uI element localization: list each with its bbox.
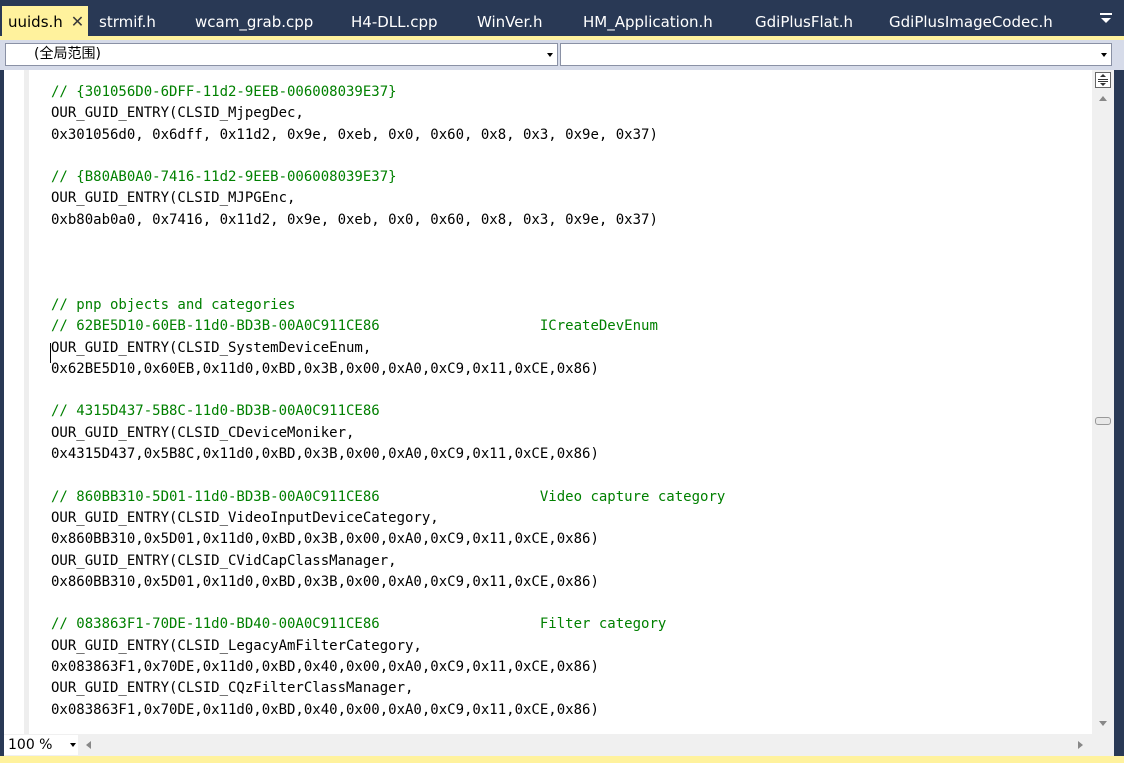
tab-label: uuids.h bbox=[8, 13, 63, 31]
code-comment-line: // {301056D0-6DFF-11d2-9EEB-006008039E37… bbox=[51, 84, 397, 100]
member-dropdown[interactable] bbox=[560, 43, 1112, 66]
code-line: OUR_GUID_ENTRY(CLSID_MJPGEnc, bbox=[51, 190, 296, 207]
code-line: OUR_GUID_ENTRY(CLSID_SystemDeviceEnum, bbox=[51, 339, 372, 356]
tab-hm-application-h[interactable]: HM_Application.h bbox=[583, 8, 713, 36]
code-line: 0x860BB310,0x5D01,0x11d0,0xBD,0x3B,0x00,… bbox=[51, 531, 599, 548]
chevron-down-icon bbox=[1101, 53, 1107, 57]
code-comment-line: // 860BB310-5D01-11d0-BD3B-00A0C911CE86 … bbox=[51, 488, 726, 505]
zoom-dropdown[interactable]: 100 % bbox=[4, 735, 78, 755]
code-line: 0x083863F1,0x70DE,0x11d0,0xBD,0x40,0x00,… bbox=[51, 701, 599, 718]
code-line: OUR_GUID_ENTRY(CLSID_CVidCapClassManager… bbox=[51, 552, 397, 569]
tab-overflow-icon[interactable] bbox=[1098, 10, 1114, 26]
scope-dropdown-value: (全局范围) bbox=[34, 46, 101, 62]
code-comment-line: // 62BE5D10-60EB-11d0-BD3B-00A0C911CE86 … bbox=[51, 318, 658, 335]
code-line: OUR_GUID_ENTRY(CLSID_LegacyAmFilterCateg… bbox=[51, 637, 422, 654]
code-line: 0x860BB310,0x5D01,0x11d0,0xBD,0x3B,0x00,… bbox=[51, 573, 599, 590]
scroll-left-icon[interactable] bbox=[86, 741, 91, 749]
code-line: OUR_GUID_ENTRY(CLSID_CDeviceMoniker, bbox=[51, 424, 355, 441]
scope-dropdown[interactable]: (全局范围) bbox=[5, 43, 558, 66]
code-line: OUR_GUID_ENTRY(CLSID_CQzFilterClassManag… bbox=[51, 680, 414, 697]
editor-bottom-bar: 100 % bbox=[4, 734, 1114, 756]
tab-label: HM_Application.h bbox=[583, 13, 713, 31]
scroll-up-icon[interactable] bbox=[1099, 96, 1107, 101]
code-comment-line: // 083863F1-70DE-11d0-BD40-00A0C911CE86 … bbox=[51, 616, 667, 633]
close-icon[interactable]: ✕ bbox=[71, 6, 84, 38]
scroll-right-icon[interactable] bbox=[1078, 741, 1083, 749]
tab-gdiplusflat-h[interactable]: GdiPlusFlat.h bbox=[755, 8, 853, 36]
code-line: 0x301056d0, 0x6dff, 0x11d2, 0x9e, 0xeb, … bbox=[51, 126, 658, 143]
split-window-icon[interactable] bbox=[1095, 72, 1111, 88]
tab-label: strmif.h bbox=[99, 13, 156, 31]
tab-label: H4-DLL.cpp bbox=[351, 13, 438, 31]
indicator-margin[interactable] bbox=[4, 70, 24, 734]
zoom-value: 100 % bbox=[8, 737, 53, 753]
tab-label: GdiPlusFlat.h bbox=[755, 13, 853, 31]
code-comment-line: // pnp objects and categories bbox=[51, 296, 296, 313]
tab-label: wcam_grab.cpp bbox=[195, 13, 314, 31]
tab-winver-h[interactable]: WinVer.h bbox=[477, 8, 543, 36]
tab-h4-dll-cpp[interactable]: H4-DLL.cpp bbox=[351, 8, 438, 36]
document-tab-strip: uuids.h ✕ strmif.h wcam_grab.cpp H4-DLL.c… bbox=[0, 0, 1124, 36]
selection-margin[interactable] bbox=[24, 70, 29, 734]
navigation-bar: (全局范围) bbox=[0, 40, 1124, 70]
code-line: OUR_GUID_ENTRY(CLSID_VideoInputDeviceCat… bbox=[51, 509, 439, 526]
code-line: 0x62BE5D10,0x60EB,0x11d0,0xBD,0x3B,0x00,… bbox=[51, 360, 599, 377]
code-text-area[interactable]: // {301056D0-6DFF-11d2-9EEB-006008039E37… bbox=[51, 82, 1091, 730]
tab-label: WinVer.h bbox=[477, 13, 543, 31]
scroll-down-icon[interactable] bbox=[1099, 721, 1107, 726]
code-line: OUR_GUID_ENTRY(CLSID_MjpegDec, bbox=[51, 105, 304, 122]
text-caret bbox=[50, 343, 51, 363]
code-line: 0x083863F1,0x70DE,0x11d0,0xBD,0x40,0x00,… bbox=[51, 659, 599, 676]
tab-label: GdiPlusImageCodec.h bbox=[889, 13, 1053, 31]
chevron-down-icon bbox=[70, 743, 76, 747]
code-line: 0x4315D437,0x5B8C,0x11d0,0xBD,0x3B,0x00,… bbox=[51, 446, 599, 463]
tab-uuids-h[interactable]: uuids.h ✕ bbox=[2, 6, 89, 38]
tab-strmif-h[interactable]: strmif.h bbox=[99, 8, 156, 36]
tab-gdiplusimagecodec-h[interactable]: GdiPlusImageCodec.h bbox=[889, 8, 1053, 36]
code-editor[interactable]: // {301056D0-6DFF-11d2-9EEB-006008039E37… bbox=[4, 70, 1114, 756]
code-line: 0xb80ab0a0, 0x7416, 0x11d2, 0x9e, 0xeb, … bbox=[51, 211, 658, 228]
chevron-down-icon bbox=[547, 53, 553, 57]
code-comment-line: // {B80AB0A0-7416-11d2-9EEB-006008039E37… bbox=[51, 169, 397, 186]
code-comment-line: // 4315D437-5B8C-11d0-BD3B-00A0C911CE86 bbox=[51, 403, 380, 420]
editor-bottom-border bbox=[0, 756, 1124, 763]
scrollbar-thumb[interactable] bbox=[1095, 417, 1111, 425]
vertical-scrollbar[interactable] bbox=[1092, 70, 1114, 734]
tab-wcam-grab-cpp[interactable]: wcam_grab.cpp bbox=[195, 8, 313, 36]
